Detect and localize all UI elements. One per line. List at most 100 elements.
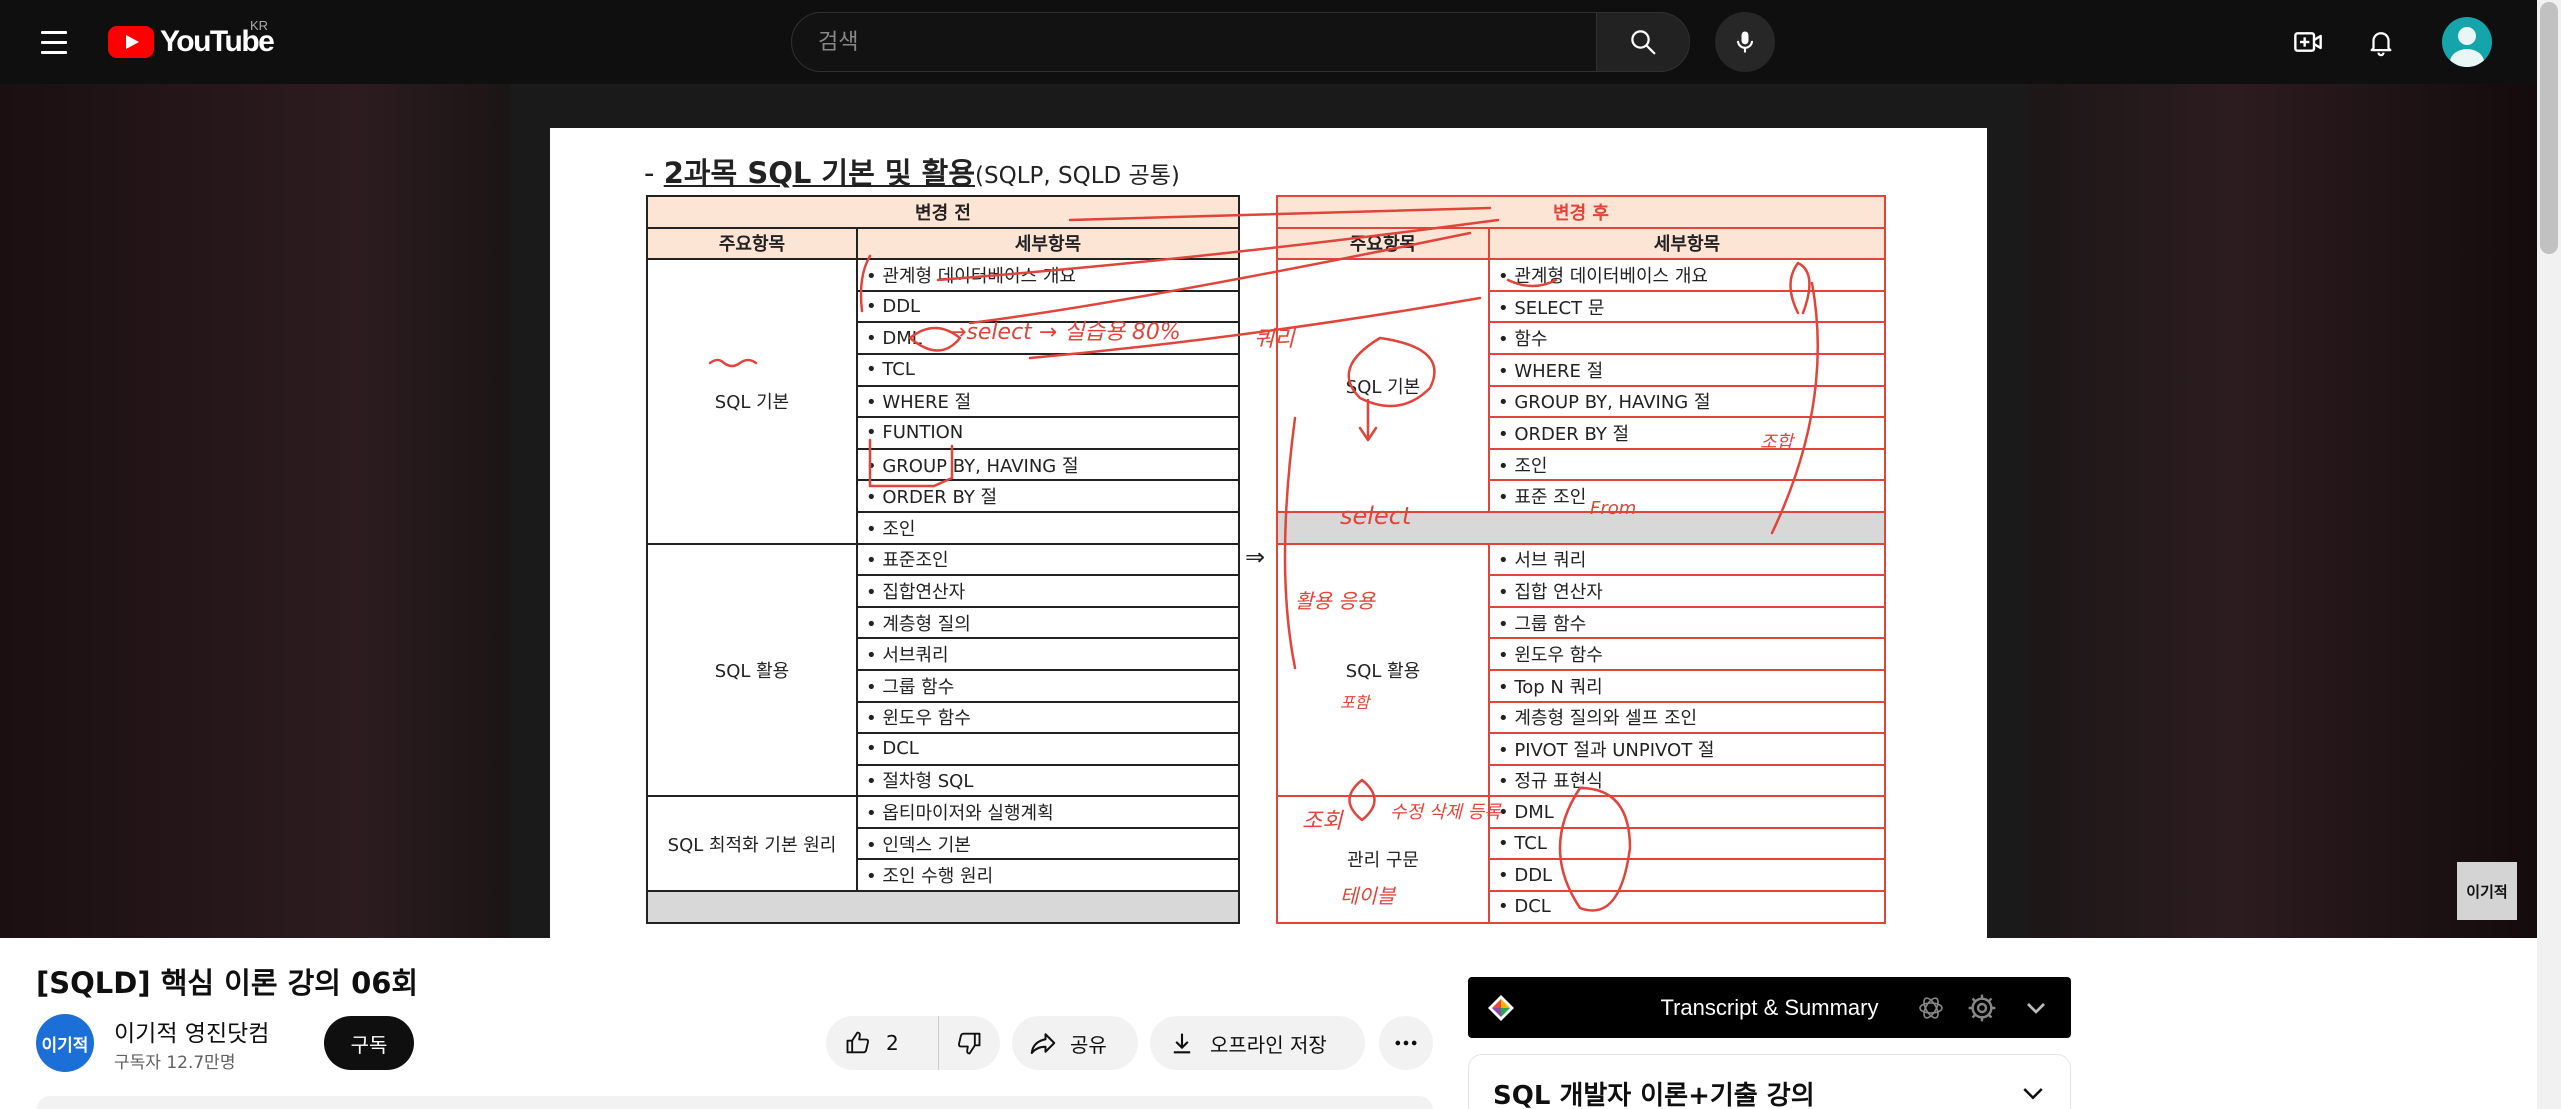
before-col-main: 주요항목	[646, 226, 858, 261]
after-group-name: 관리 구문	[1276, 795, 1490, 924]
search-input[interactable]	[792, 13, 1596, 71]
thumbs-up-icon	[846, 1031, 869, 1054]
channel-watermark[interactable]: 이기적	[2457, 862, 2517, 920]
slide-title-dash: -	[644, 156, 664, 190]
before-detail-item: • 조인	[855, 510, 1241, 545]
before-detail-item: • FUNTION	[855, 416, 1241, 450]
after-detail-item: • TCL	[1487, 826, 1887, 861]
before-detail-item: • 관계형 데이터베이스 개요	[855, 258, 1241, 292]
masthead: YouTube KR	[0, 0, 2537, 84]
after-detail-item: • Top N 쿼리	[1487, 668, 1887, 703]
after-detail-item: • 함수	[1487, 321, 1887, 355]
table-row: SQL 기본 • 관계형 데이터베이스 개요	[646, 258, 1241, 545]
after-detail-item: • 윈도우 함수	[1487, 637, 1887, 671]
table-row: SQL 최적화 기본 원리 • 옵티마이저와 실행계획	[646, 795, 1241, 893]
before-table: 변경 전 주요항목 세부항목 SQL 기본 • 관계형 데이터베이스 개요 • DD…	[645, 195, 1241, 924]
before-group-name: SQL 활용	[646, 542, 858, 798]
account-avatar[interactable]	[2442, 17, 2492, 67]
before-detail-item: • WHERE 절	[855, 384, 1241, 419]
youtube-play-icon	[108, 26, 154, 58]
before-detail-item: • 그룹 함수	[855, 668, 1241, 703]
more-actions-button[interactable]	[1379, 1016, 1433, 1070]
share-label: 공유	[1070, 1032, 1107, 1057]
channel-avatar[interactable]: 이기적	[36, 1014, 94, 1072]
after-detail-item: • 계층형 질의와 셀프 조인	[1487, 700, 1887, 735]
search-button[interactable]	[1596, 12, 1690, 72]
after-detail-item: • 관계형 데이터베이스 개요	[1487, 258, 1887, 292]
after-detail-item: • 집합 연산자	[1487, 574, 1887, 608]
youtube-logo[interactable]: YouTube	[108, 24, 275, 60]
chevron-down-icon	[2027, 1003, 2045, 1014]
offline-label: 오프라인 저장	[1210, 1032, 1327, 1057]
before-detail-item: • 인덱스 기본	[855, 826, 1241, 861]
youtube-watch-page: YouTube KR - 2과목 SQL 기본 및 활용(SQLP, SQLD …	[0, 0, 2561, 1109]
description-box[interactable]	[36, 1096, 1433, 1109]
subscriber-count: 구독자 12.7만명	[114, 1053, 236, 1073]
offline-save-button[interactable]: 오프라인 저장	[1150, 1016, 1365, 1070]
channel-name[interactable]: 이기적 영진닷컴	[114, 1014, 269, 1048]
subscribe-button[interactable]: 구독	[324, 1016, 414, 1070]
after-header: 변경 후	[1275, 195, 1887, 229]
voice-search-button[interactable]	[1715, 12, 1775, 72]
page-scrollbar[interactable]	[2537, 0, 2561, 1109]
gear-icon	[1968, 994, 1996, 1022]
after-detail-item: • 조인	[1487, 447, 1887, 482]
before-group-name: SQL 최적화 기본 원리	[646, 795, 858, 893]
chevron-down-icon[interactable]	[2018, 1079, 2048, 1109]
before-group-name: SQL 기본	[646, 258, 858, 545]
after-detail-item: • 표준 조인	[1487, 479, 1887, 513]
after-group-name: SQL 활용	[1276, 542, 1490, 798]
after-detail-item: • 서브 쿼리	[1487, 542, 1887, 577]
hamburger-menu-icon[interactable]	[36, 24, 72, 60]
bell-icon	[2370, 32, 2392, 57]
after-col-detail: 세부항목	[1487, 226, 1887, 261]
slide-title-main: 2과목 SQL 기본 및 활용	[663, 156, 976, 190]
before-detail-item: • DDL	[855, 289, 1241, 324]
after-detail-item: • 정규 표현식	[1487, 763, 1887, 798]
after-detail-item: • DCL	[1487, 890, 1887, 924]
after-detail-item: • GROUP BY, HAVING 절	[1487, 384, 1887, 419]
scrollbar-thumb[interactable]	[2540, 2, 2558, 254]
country-code: KR	[250, 18, 269, 33]
after-detail-item: • SELECT 문	[1487, 289, 1887, 324]
before-detail-item: • 서브쿼리	[855, 637, 1241, 671]
microphone-icon	[1736, 31, 1754, 53]
share-button[interactable]: 공유	[1012, 1016, 1138, 1070]
table-row: SQL 활용 • 표준조인	[646, 542, 1241, 798]
before-detail-item: • 절차형 SQL	[855, 763, 1241, 798]
after-detail-item: • 그룹 함수	[1487, 605, 1887, 640]
before-detail-item: • GROUP BY, HAVING 절	[855, 447, 1241, 482]
before-col-detail: 세부항목	[855, 226, 1241, 261]
thumbs-down-icon	[958, 1032, 981, 1055]
like-button[interactable]: 2	[826, 1016, 939, 1070]
before-blank-row	[645, 890, 1241, 924]
after-detail-item: • DDL	[1487, 858, 1887, 893]
change-arrow: ⇒	[1245, 543, 1266, 571]
create-button[interactable]	[2286, 20, 2330, 64]
before-detail-item: • 옵티마이저와 실행계획	[855, 795, 1241, 829]
like-dislike-group: 2	[826, 1016, 1000, 1070]
openai-button[interactable]	[1915, 992, 1947, 1024]
transcript-expand-button[interactable]	[2020, 992, 2052, 1024]
before-detail-item: • 조인 수행 원리	[855, 858, 1241, 893]
after-detail-item: • ORDER BY 절	[1487, 416, 1887, 450]
after-detail-item: • WHERE 절	[1487, 352, 1887, 387]
before-detail-item: • 집합연산자	[855, 574, 1241, 608]
after-col-main: 주요항목	[1276, 226, 1490, 261]
more-horizontal-icon	[1395, 1040, 1417, 1046]
slide-title-sub: (SQLP, SQLD 공통)	[975, 163, 1180, 189]
before-detail-item: • 윈도우 함수	[855, 700, 1241, 735]
dislike-button[interactable]	[939, 1016, 999, 1070]
playlist-panel[interactable]: SQL 개발자 이론+기출 강의	[1468, 1054, 2071, 1109]
search-box	[791, 12, 1597, 72]
search-icon	[1631, 30, 1656, 55]
before-detail-item: • ORDER BY 절	[855, 479, 1241, 513]
after-detail-item: • PIVOT 절과 UNPIVOT 절	[1487, 732, 1887, 766]
transcript-summary-bar[interactable]: Transcript & Summary	[1468, 977, 2071, 1038]
settings-button[interactable]	[1966, 992, 1998, 1024]
before-detail-item: • TCL	[855, 352, 1241, 387]
share-icon	[1030, 1033, 1056, 1054]
notifications-button[interactable]	[2359, 20, 2403, 64]
table-row: 관리 구문 • DML	[1276, 795, 1887, 924]
user-avatar-icon	[2450, 27, 2484, 67]
